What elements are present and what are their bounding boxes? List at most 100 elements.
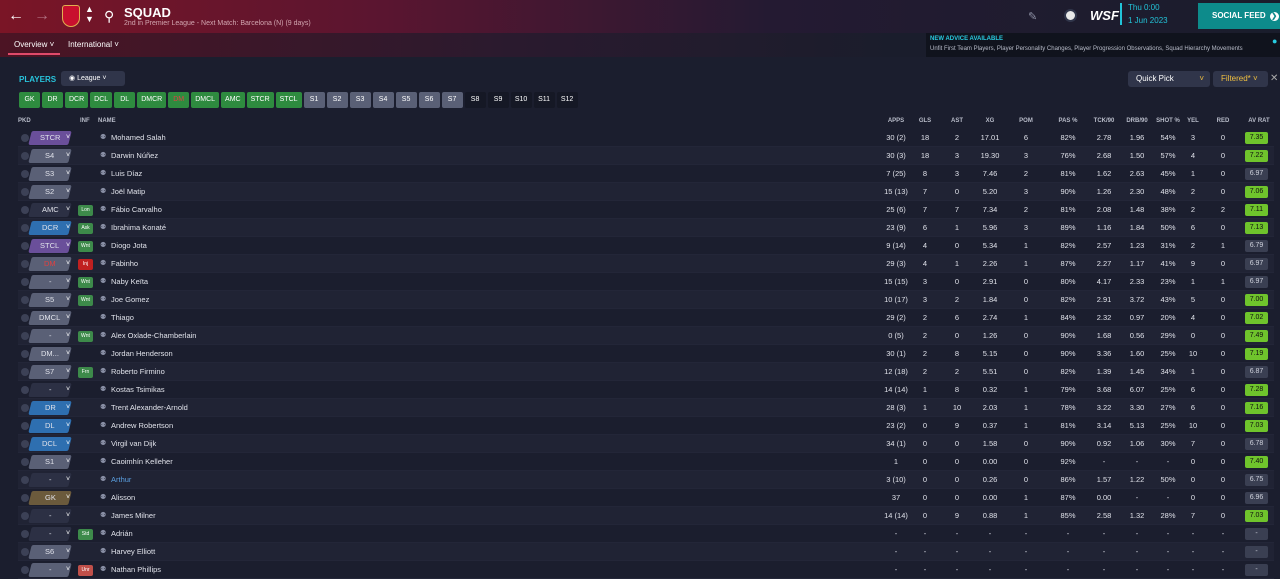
table-row[interactable]: STCR ˅ ⚉ Mohamed Salah 30 (2) 18 2 17.01 6 82% 2.7… [18, 129, 1274, 147]
chevron-down-icon[interactable]: ˅ [62, 437, 74, 451]
chevron-down-icon[interactable]: ˅ [62, 455, 74, 469]
table-row[interactable]: S1 ˅ ⚉ Caoimhín Kelleher 1 0 0 0.00 0 92% - - -0 0 7.4… [18, 453, 1274, 471]
position-filter-s4[interactable]: S4 [372, 92, 394, 108]
chevron-down-icon[interactable]: ˅ [62, 509, 74, 523]
info-badge[interactable]: Wnt [78, 277, 93, 288]
brand-logo[interactable]: WSF [1090, 8, 1119, 23]
column-header-inf[interactable]: INF [80, 114, 100, 128]
chevron-down-icon[interactable]: ˅ [62, 185, 74, 199]
chevron-down-icon[interactable]: ˅ [62, 401, 74, 415]
position-filter-amc[interactable]: AMC [221, 92, 245, 108]
info-badge[interactable]: Wnt [78, 295, 93, 306]
position-filter-stcr[interactable]: STCR [246, 92, 274, 108]
table-row[interactable]: AMC ˅ Lon ⚉ Fábio Carvalho 25 (6) 7 7 7.34 2 81% 2.… [18, 201, 1274, 219]
player-name[interactable]: Adrián [111, 525, 133, 543]
position-filter-s5[interactable]: S5 [395, 92, 417, 108]
chevron-down-icon[interactable]: ˅ [62, 239, 74, 253]
select-checkbox[interactable] [21, 494, 29, 502]
player-name[interactable]: Thiago [111, 309, 134, 327]
position-filter-dmcl[interactable]: DMCL [191, 92, 220, 108]
column-header-tck-90[interactable]: TCK/90 [1088, 114, 1120, 128]
position-filter-dl[interactable]: DL [114, 92, 136, 108]
select-checkbox[interactable] [21, 440, 29, 448]
edit-icon[interactable]: ✎ [1028, 10, 1037, 23]
player-name[interactable]: Arthur [111, 471, 131, 489]
player-name[interactable]: Nathan Phillips [111, 561, 161, 579]
position-filter-dmcr[interactable]: DMCR [137, 92, 167, 108]
info-badge[interactable]: Frn [78, 367, 93, 378]
position-filter-s10[interactable]: S10 [510, 92, 532, 108]
league-filter-dropdown[interactable]: ◉ League ˅ [61, 71, 125, 86]
info-badge[interactable]: Unr [78, 565, 93, 576]
table-row[interactable]: DMCL ˅ ⚉ Thiago 29 (2) 2 6 2.74 1 84% 2.32 0.97 20% 4… [18, 309, 1274, 327]
select-checkbox[interactable] [21, 188, 29, 196]
table-row[interactable]: S7 ˅ Frn ⚉ Roberto Firmino 12 (18) 2 2 5.51 0 82% 1… [18, 363, 1274, 381]
player-name[interactable]: Harvey Elliott [111, 543, 155, 561]
select-checkbox[interactable] [21, 152, 29, 160]
select-checkbox[interactable] [21, 206, 29, 214]
player-name[interactable]: Diogo Jota [111, 237, 147, 255]
column-header-pkd[interactable]: PKD [18, 114, 58, 128]
chevron-down-icon[interactable]: ˅ [62, 275, 74, 289]
chevron-down-icon[interactable]: ˅ [62, 347, 74, 361]
chevron-down-icon[interactable]: ˅ [62, 473, 74, 487]
select-checkbox[interactable] [21, 566, 29, 574]
table-row[interactable]: DR ˅ ⚉ Trent Alexander-Arnold 28 (3) 1 10 2.03 1… [18, 399, 1274, 417]
select-checkbox[interactable] [21, 512, 29, 520]
player-name[interactable]: Mohamed Salah [111, 129, 166, 147]
column-header-name[interactable]: NAME [98, 114, 298, 128]
select-checkbox[interactable] [21, 314, 29, 322]
club-switch-icon[interactable]: ▲ ▼ [85, 4, 94, 24]
player-name[interactable]: Kostas Tsimikas [111, 381, 165, 399]
chevron-down-icon[interactable]: ˅ [62, 329, 74, 343]
column-header-gls[interactable]: GLS [911, 114, 939, 128]
player-name[interactable]: Alex Oxlade-Chamberlain [111, 327, 196, 345]
player-name[interactable]: Fabinho [111, 255, 138, 273]
position-filter-dm[interactable]: DM [168, 92, 190, 108]
player-name[interactable]: Ibrahima Konaté [111, 219, 166, 237]
player-name[interactable]: Darwin Núñez [111, 147, 158, 165]
close-icon[interactable]: ✕ [1270, 73, 1278, 84]
column-header-yel[interactable]: YEL [1178, 114, 1208, 128]
info-badge[interactable]: Ask [78, 223, 93, 234]
info-badge[interactable]: Lon [78, 205, 93, 216]
player-name[interactable]: Jordan Henderson [111, 345, 173, 363]
column-header-drb-90[interactable]: DRB/90 [1121, 114, 1153, 128]
chevron-down-icon[interactable]: ˅ [62, 545, 74, 559]
table-row[interactable]: - ˅ Wnt ⚉ Naby Keïta 15 (15) 3 0 2.91 0 80% 4.17 2.3… [18, 273, 1274, 291]
select-checkbox[interactable] [21, 170, 29, 178]
column-header-pas-[interactable]: PAS % [1050, 114, 1086, 128]
table-row[interactable]: DCR ˅ Ask ⚉ Ibrahima Konaté 23 (9) 6 1 5.96 3 89% 1… [18, 219, 1274, 237]
table-row[interactable]: DM... ˅ ⚉ Jordan Henderson 30 (1) 2 8 5.15 0 90% 3… [18, 345, 1274, 363]
chevron-down-icon[interactable]: ˅ [62, 221, 74, 235]
position-filter-dcl[interactable]: DCL [90, 92, 113, 108]
select-checkbox[interactable] [21, 548, 29, 556]
column-header-red[interactable]: RED [1208, 114, 1238, 128]
chevron-down-icon[interactable]: ˅ [62, 365, 74, 379]
position-filter-s8[interactable]: S8 [464, 92, 486, 108]
table-row[interactable]: DCL ˅ ⚉ Virgil van Dijk 34 (1) 0 0 1.58 0 90% 0.92… [18, 435, 1274, 453]
chevron-down-icon[interactable]: ˅ [62, 563, 74, 577]
table-row[interactable]: S4 ˅ ⚉ Darwin Núñez 30 (3) 18 3 19.30 3 76% 2.68 1.… [18, 147, 1274, 165]
select-checkbox[interactable] [21, 224, 29, 232]
select-checkbox[interactable] [21, 476, 29, 484]
position-filter-s12[interactable]: S12 [556, 92, 578, 108]
tab-overview[interactable]: Overview ˅ [14, 40, 54, 49]
select-checkbox[interactable] [21, 386, 29, 394]
match-ball-icon[interactable] [1064, 9, 1077, 22]
chevron-down-icon[interactable]: ˅ [62, 311, 74, 325]
player-name[interactable]: Virgil van Dijk [111, 435, 156, 453]
table-row[interactable]: - ˅ ⚉ James Milner 14 (14) 0 9 0.88 1 85% 2.58 1.32… [18, 507, 1274, 525]
table-row[interactable]: DL ˅ ⚉ Andrew Robertson 23 (2) 0 9 0.37 1 81% 3.14… [18, 417, 1274, 435]
info-badge[interactable]: Inj [78, 259, 93, 270]
column-header-av-rat[interactable]: AV RAT [1244, 114, 1274, 128]
table-row[interactable]: S3 ˅ ⚉ Luis Díaz 7 (25) 8 3 7.46 2 81% 1.62 2.63 45%… [18, 165, 1274, 183]
chevron-down-icon[interactable]: ˅ [62, 257, 74, 271]
table-row[interactable]: DM ˅ Inj ⚉ Fabinho 29 (3) 4 1 2.26 1 87% 2.27 1.17 41… [18, 255, 1274, 273]
info-badge[interactable]: Wnt [78, 331, 93, 342]
player-name[interactable]: Joël Matip [111, 183, 145, 201]
position-filter-dcr[interactable]: DCR [65, 92, 89, 108]
chevron-down-icon[interactable]: ˅ [62, 167, 74, 181]
table-row[interactable]: GK ˅ ⚉ Alisson 37 0 0 0.00 1 87% 0.00- -0 0 6.96 [18, 489, 1274, 507]
player-name[interactable]: Alisson [111, 489, 135, 507]
